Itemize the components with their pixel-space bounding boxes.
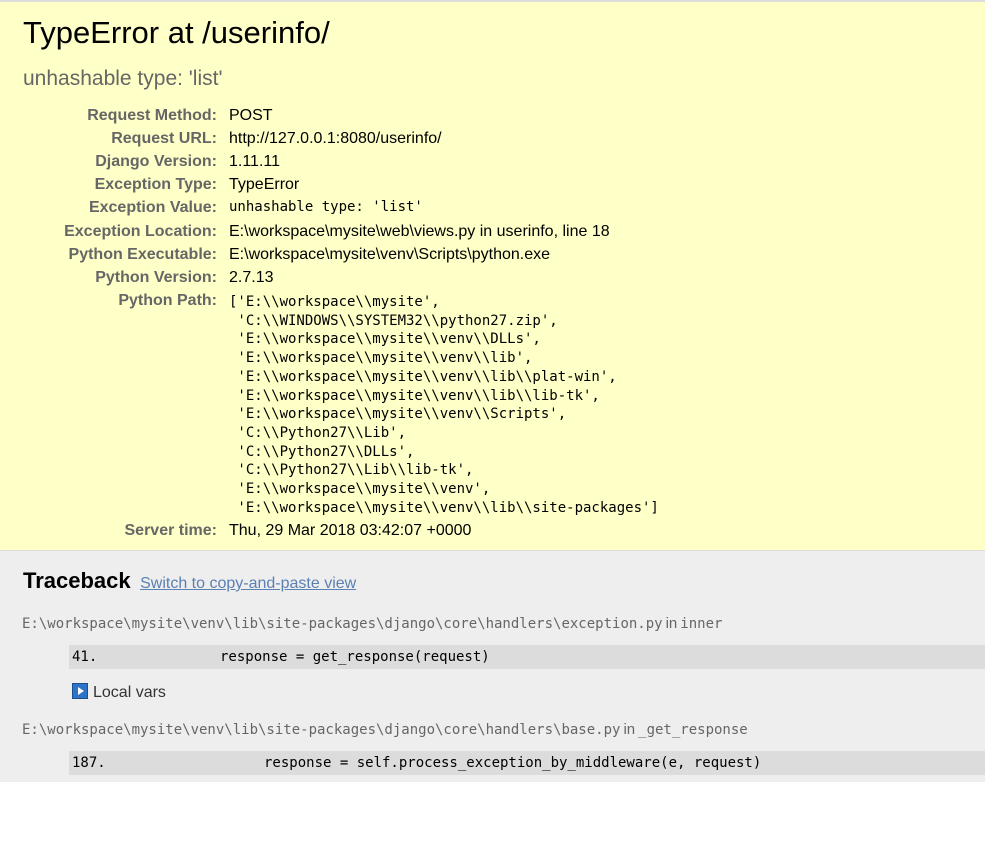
- meta-value: POST: [229, 107, 273, 124]
- meta-value: E:\workspace\mysite\web\views.py in user…: [229, 223, 610, 240]
- frame-context-line[interactable]: 41. response = get_response(request): [69, 645, 985, 669]
- frame-context-line[interactable]: 187. response = self.process_exception_b…: [69, 751, 985, 775]
- meta-key: Exception Location:: [64, 223, 217, 240]
- meta-value: E:\workspace\mysite\venv\Scripts\python.…: [229, 246, 551, 263]
- frame-function-name: _get_response: [638, 722, 748, 738]
- meta-row-request-url: Request URL: http://127.0.0.1:8080/useri…: [0, 127, 985, 150]
- frame-function-name: inner: [680, 616, 723, 632]
- meta-value: http://127.0.0.1:8080/userinfo/: [229, 130, 442, 147]
- meta-row-request-method: Request Method: POST: [0, 104, 985, 127]
- traceback-title: Traceback: [23, 568, 131, 593]
- code-text: response = get_response(request): [220, 649, 490, 665]
- error-summary: TypeError at /userinfo/ unhashable type:…: [0, 0, 985, 551]
- traceback-heading: Traceback Switch to copy-and-paste view: [23, 566, 356, 596]
- meta-key: Request Method:: [87, 107, 217, 124]
- page-title: TypeError at /userinfo/: [23, 15, 330, 50]
- meta-key: Request URL:: [111, 130, 217, 147]
- meta-row-python-executable: Python Executable: E:\workspace\mysite\v…: [0, 243, 985, 266]
- frame-in-word: in: [623, 721, 636, 738]
- python-path-value: ['E:\\workspace\\mysite', 'C:\\WINDOWS\\…: [229, 294, 659, 516]
- code-line-number: 187.: [72, 755, 106, 771]
- meta-key: Django Version:: [95, 153, 217, 170]
- meta-row-django-version: Django Version: 1.11.11: [0, 150, 985, 173]
- meta-value: unhashable type: 'list': [229, 199, 423, 215]
- traceback-section: Traceback Switch to copy-and-paste view …: [0, 551, 985, 782]
- local-vars-toggle[interactable]: Local vars: [72, 683, 166, 703]
- meta-row-exception-value: Exception Value: unhashable type: 'list': [0, 196, 985, 219]
- meta-row-exception-type: Exception Type: TypeError: [0, 173, 985, 196]
- frame-file-path: E:\workspace\mysite\venv\lib\site-packag…: [22, 616, 663, 632]
- local-vars-label[interactable]: Local vars: [93, 684, 166, 701]
- meta-value: Thu, 29 Mar 2018 03:42:07 +0000: [229, 522, 472, 539]
- meta-row-python-version: Python Version: 2.7.13: [0, 266, 985, 289]
- meta-key: Python Version:: [95, 269, 217, 286]
- meta-value: TypeError: [229, 176, 300, 193]
- frame-file-location: E:\workspace\mysite\venv\lib\site-packag…: [22, 719, 748, 740]
- meta-key: Exception Value:: [88, 199, 217, 216]
- frame-file-location: E:\workspace\mysite\venv\lib\site-packag…: [22, 613, 722, 634]
- meta-key: Python Path:: [118, 292, 217, 309]
- meta-row-server-time: Server time: Thu, 29 Mar 2018 03:42:07 +…: [0, 519, 985, 542]
- exception-subtitle: unhashable type: 'list': [23, 67, 223, 90]
- meta-value: 1.11.11: [229, 153, 281, 170]
- meta-key: Exception Type:: [94, 176, 217, 193]
- frame-in-word: in: [665, 615, 678, 632]
- switch-view-link[interactable]: Switch to copy-and-paste view: [140, 575, 356, 592]
- code-line-number: 41.: [72, 649, 98, 665]
- frame-file-path: E:\workspace\mysite\venv\lib\site-packag…: [22, 722, 621, 738]
- meta-value: 2.7.13: [229, 269, 274, 286]
- code-text: response = self.process_exception_by_mid…: [264, 755, 762, 771]
- meta-key: Python Executable:: [68, 246, 217, 263]
- meta-key: Server time:: [124, 522, 218, 539]
- expand-triangle-icon[interactable]: [72, 683, 88, 699]
- meta-row-exception-location: Exception Location: E:\workspace\mysite\…: [0, 220, 985, 243]
